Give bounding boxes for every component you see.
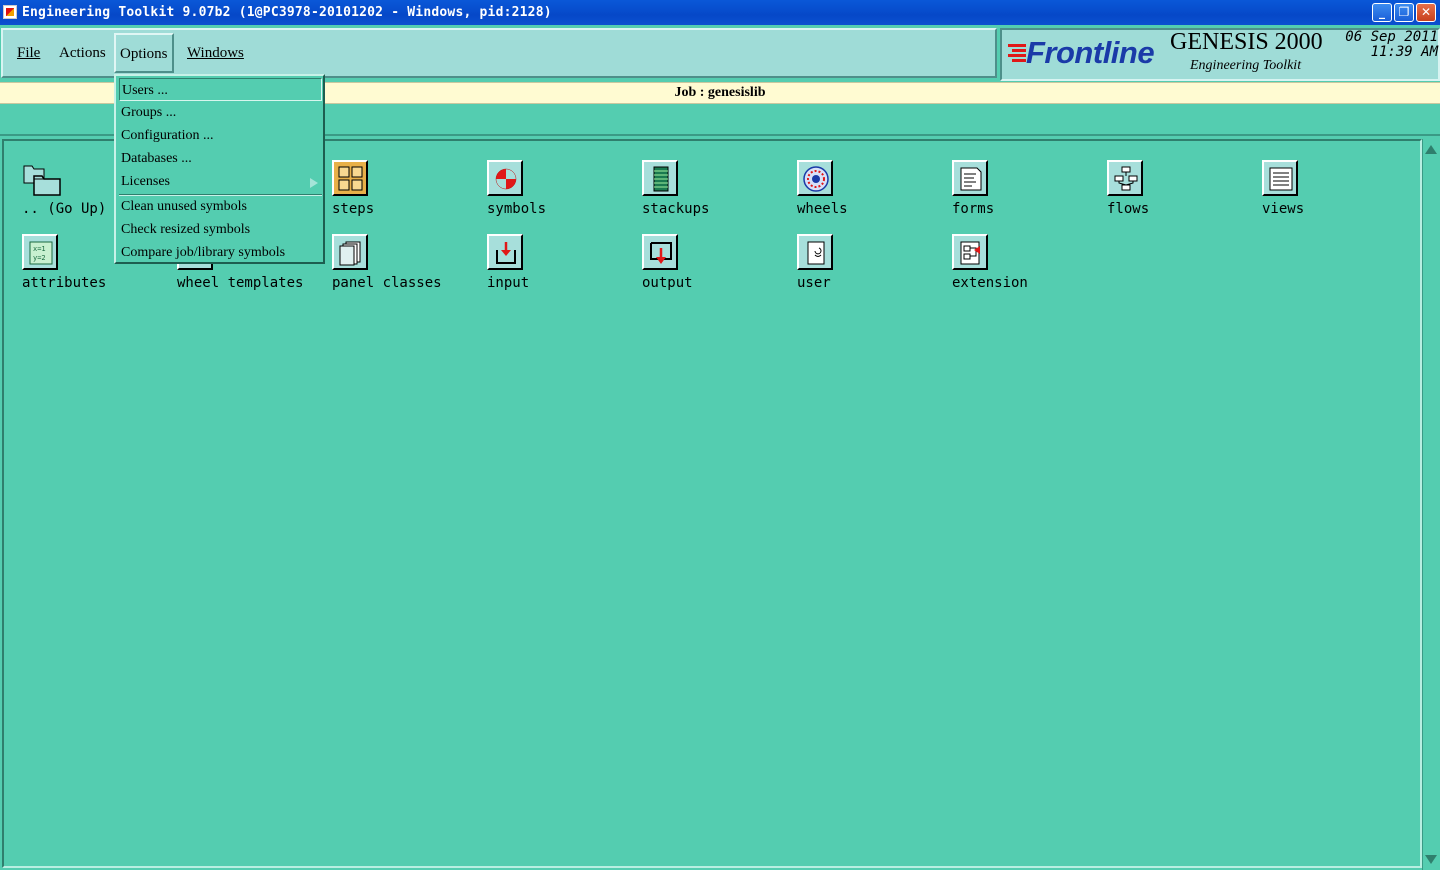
vertical-scrollbar[interactable] [1422, 139, 1440, 870]
entity-label: forms [952, 201, 995, 217]
entity-steps[interactable]: steps [332, 160, 452, 220]
menu-windows-label: Windows [187, 45, 244, 61]
menu-item-groups[interactable]: Groups ... [119, 101, 322, 124]
entity-label: input [487, 275, 530, 291]
entity-label: wheel templates [177, 275, 304, 291]
menu-bar: File Actions Options Windows [1, 28, 997, 78]
input-icon [487, 234, 523, 270]
entity-panel-classes[interactable]: panel classes [332, 234, 482, 294]
menu-item-clean-unused-symbols[interactable]: Clean unused symbols [119, 195, 322, 218]
product-subtitle: Engineering Toolkit [1190, 58, 1302, 73]
menu-item-label: Groups ... [121, 105, 177, 120]
options-dropdown-menu: Users ... Groups ... Configuration ... D… [114, 74, 325, 264]
entity-label: symbols [487, 201, 547, 217]
date-time: 06 Sep 2011 11:39 AM [1338, 30, 1438, 60]
steps-icon [332, 160, 368, 196]
svg-text:x=1: x=1 [33, 245, 46, 253]
scroll-down-arrow-icon[interactable] [1425, 855, 1437, 864]
wheels-icon [797, 160, 833, 196]
entity-label: wheels [797, 201, 848, 217]
menu-item-configuration[interactable]: Configuration ... [119, 124, 322, 147]
menu-item-label: Compare job/library symbols [121, 245, 286, 260]
entity-label: .. (Go Up) [22, 201, 107, 217]
menu-item-label: Users ... [122, 83, 168, 98]
entity-wheels[interactable]: wheels [797, 160, 917, 220]
entity-flows[interactable]: flows [1107, 160, 1227, 220]
window-title-bar[interactable]: Engineering Toolkit 9.07b2 (1@PC3978-201… [0, 0, 1440, 25]
symbols-icon [487, 160, 523, 196]
menu-item-label: Configuration ... [121, 128, 214, 143]
menu-item-compare-symbols[interactable]: Compare job/library symbols [119, 241, 322, 264]
menu-item-users[interactable]: Users ... [119, 78, 322, 101]
entity-label: flows [1107, 201, 1150, 217]
entity-output[interactable]: output [642, 234, 762, 294]
close-button[interactable]: ✕ [1416, 3, 1436, 22]
views-icon [1262, 160, 1298, 196]
attributes-icon: x=1 y=2 [22, 234, 58, 270]
entity-label: steps [332, 201, 375, 217]
entity-forms[interactable]: forms [952, 160, 1072, 220]
menu-file-label: File [17, 45, 41, 61]
menu-actions[interactable]: Actions [59, 45, 106, 62]
entity-label: attributes [22, 275, 107, 291]
date-display: 06 Sep 2011 [1345, 29, 1438, 45]
entity-input[interactable]: input [487, 234, 607, 294]
user-icon [797, 234, 833, 270]
app-icon[interactable] [3, 5, 17, 19]
menu-item-licenses[interactable]: Licenses [119, 170, 322, 193]
frontline-logo-icon [1008, 44, 1028, 64]
entity-user[interactable]: user [797, 234, 917, 294]
forms-icon [952, 160, 988, 196]
menu-item-label: Clean unused symbols [121, 199, 247, 214]
menu-item-label: Licenses [121, 174, 170, 189]
time-display: 11:39 AM [1370, 44, 1438, 60]
entity-label: panel classes [332, 275, 442, 291]
panel-classes-icon [332, 234, 368, 270]
brand-panel: Frontline GENESIS 2000 Engineering Toolk… [1000, 28, 1440, 81]
submenu-arrow-icon [310, 178, 318, 188]
menu-item-databases[interactable]: Databases ... [119, 147, 322, 170]
svg-text:y=2: y=2 [33, 254, 46, 262]
flows-icon [1107, 160, 1143, 196]
menu-item-label: Check resized symbols [121, 222, 251, 237]
extension-icon [952, 234, 988, 270]
entity-stackups[interactable]: stackups [642, 160, 762, 220]
menu-windows[interactable]: Windows [187, 45, 244, 62]
menu-item-label: Databases ... [121, 151, 192, 166]
entity-extension[interactable]: extension [952, 234, 1072, 294]
entity-symbols[interactable]: symbols [487, 160, 607, 220]
menu-file[interactable]: File [17, 45, 40, 62]
menu-options[interactable]: Options [114, 33, 174, 73]
entity-label: extension [952, 275, 1028, 291]
entity-views[interactable]: views [1262, 160, 1382, 220]
menu-item-check-resized-symbols[interactable]: Check resized symbols [119, 218, 322, 241]
maximize-button[interactable]: ❐ [1394, 3, 1414, 22]
frontline-logo: Frontline [1026, 35, 1155, 70]
entity-label: output [642, 275, 693, 291]
product-name: GENESIS 2000 [1170, 29, 1323, 55]
stackups-icon [642, 160, 678, 196]
folder-up-icon [22, 160, 61, 196]
output-icon [642, 234, 678, 270]
window-title: Engineering Toolkit 9.07b2 (1@PC3978-201… [22, 5, 552, 20]
menu-actions-label: Actions [59, 45, 106, 61]
entity-label: views [1262, 201, 1305, 217]
entity-label: stackups [642, 201, 710, 217]
minimize-button[interactable]: _ [1372, 3, 1392, 22]
scroll-up-arrow-icon[interactable] [1425, 145, 1437, 154]
menu-options-label: Options [120, 46, 168, 62]
entity-label: user [797, 275, 831, 291]
